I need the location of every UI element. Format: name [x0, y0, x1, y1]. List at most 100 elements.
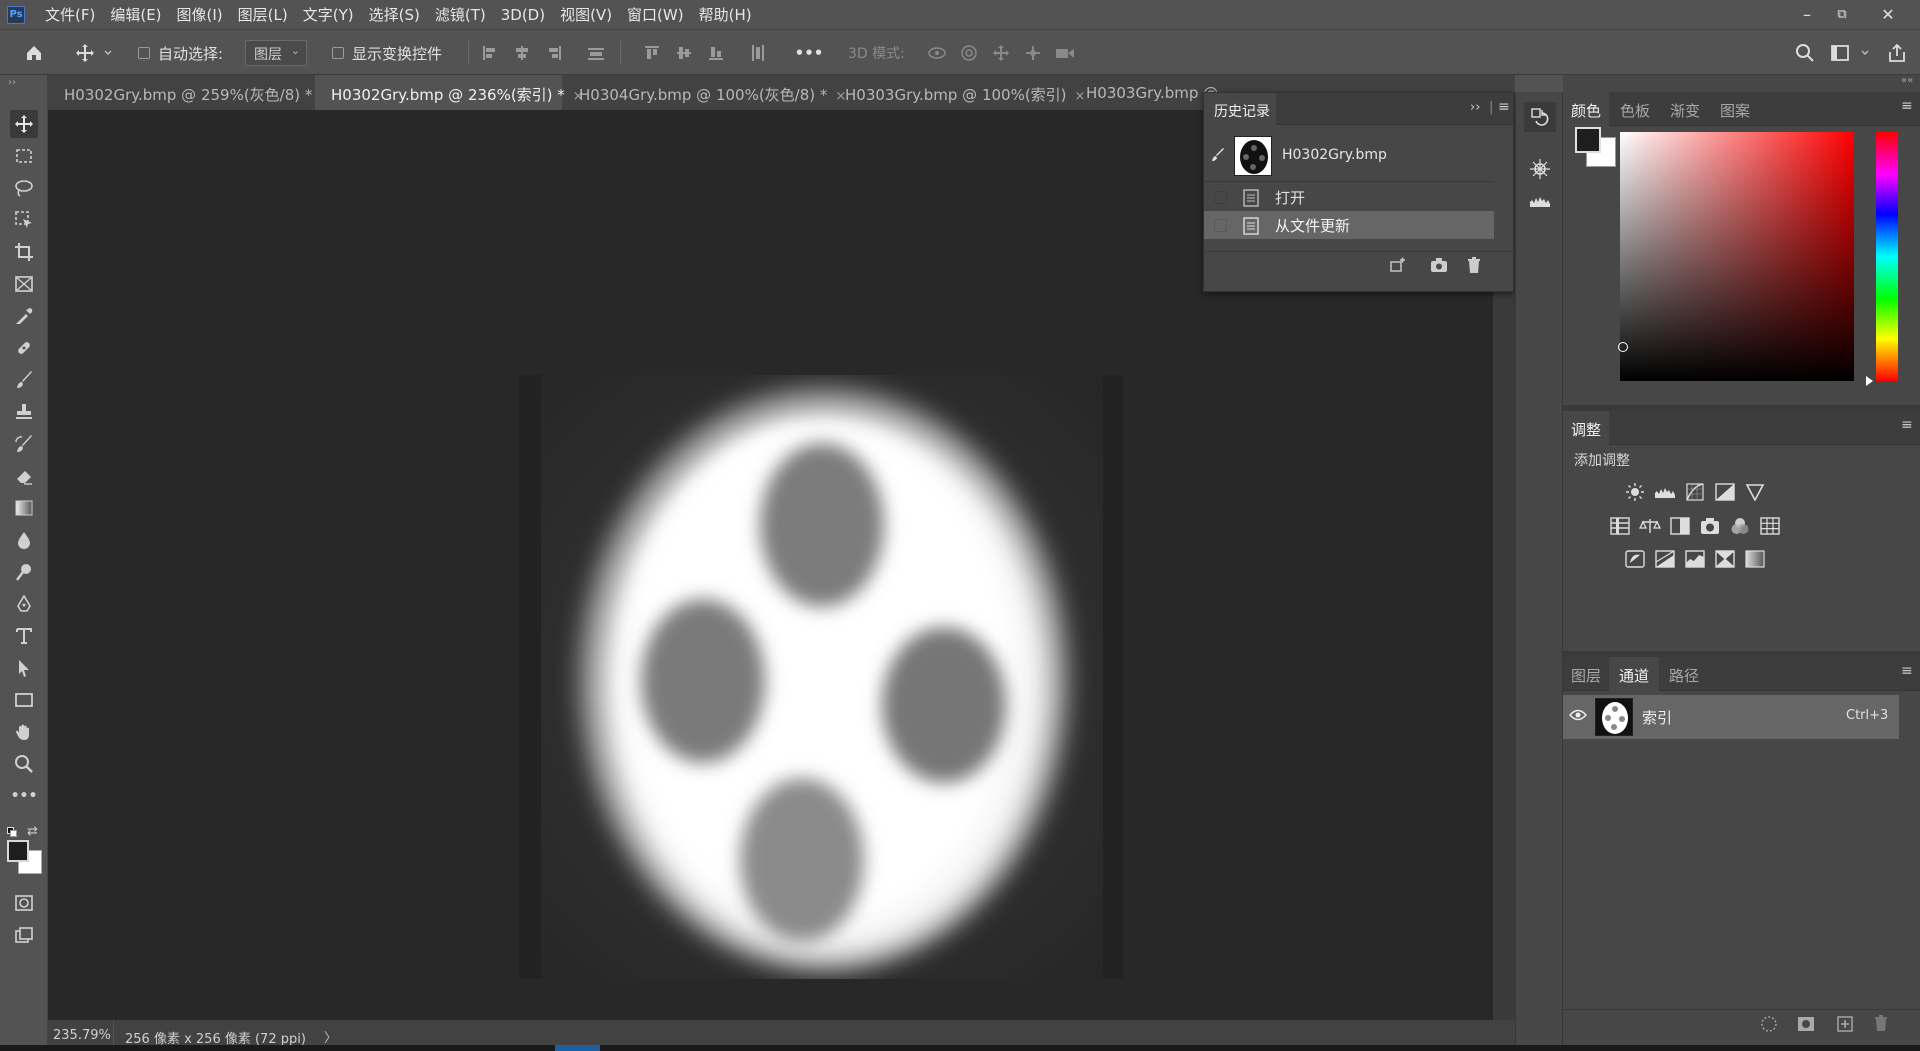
- photo-filter-icon[interactable]: [1699, 515, 1721, 537]
- chevron-down-icon[interactable]: [1858, 41, 1872, 65]
- color-balance-icon[interactable]: [1639, 515, 1661, 537]
- histogram-icon[interactable]: [1529, 194, 1551, 208]
- align-right-icon[interactable]: [542, 41, 566, 65]
- menu-image[interactable]: 图像(I): [177, 4, 223, 25]
- camera-icon[interactable]: [1430, 257, 1448, 273]
- menu-select[interactable]: 选择(S): [369, 4, 420, 25]
- history-snapshot-row[interactable]: H0302Gry.bmp: [1204, 133, 1494, 179]
- color-field[interactable]: [1618, 132, 1854, 381]
- eraser-tool[interactable]: [10, 462, 38, 490]
- minimize-button[interactable]: –: [1787, 0, 1827, 29]
- history-panel-icon[interactable]: [1524, 102, 1556, 132]
- tab-paths[interactable]: 路径: [1659, 657, 1709, 691]
- panel-menu-icon[interactable]: ≡: [1901, 663, 1913, 679]
- crop-tool[interactable]: [10, 238, 38, 266]
- color-lookup-icon[interactable]: [1759, 515, 1781, 537]
- new-channel-icon[interactable]: [1836, 1015, 1854, 1033]
- channel-row-index[interactable]: 索引 Ctrl+3: [1563, 695, 1899, 739]
- menu-edit[interactable]: 编辑(E): [110, 4, 161, 25]
- history-source-checkbox[interactable]: [1214, 191, 1227, 204]
- hue-saturation-icon[interactable]: [1609, 515, 1631, 537]
- menu-help[interactable]: 帮助(H): [699, 4, 752, 25]
- curves-icon[interactable]: [1684, 481, 1706, 503]
- menu-type[interactable]: 文字(Y): [303, 4, 354, 25]
- align-middle-icon[interactable]: [672, 41, 696, 65]
- history-title[interactable]: 历史记录: [1204, 93, 1276, 125]
- share-icon[interactable]: [1885, 41, 1909, 65]
- foreground-color-swatch[interactable]: [7, 840, 29, 862]
- invert-icon[interactable]: [1624, 548, 1646, 570]
- default-colors-icon[interactable]: [7, 827, 17, 837]
- trash-icon[interactable]: [1873, 1014, 1889, 1032]
- auto-select-dropdown[interactable]: 图层 ⌄: [245, 40, 307, 66]
- color-picker-cursor[interactable]: [1618, 342, 1628, 352]
- move-tool[interactable]: [10, 110, 38, 138]
- menu-filter[interactable]: 滤镜(T): [435, 4, 486, 25]
- collapse-icon[interactable]: ««: [1901, 75, 1913, 86]
- quick-mask-icon[interactable]: [10, 889, 38, 917]
- threshold-icon[interactable]: [1684, 548, 1706, 570]
- eyedropper-tool[interactable]: [10, 302, 38, 330]
- marquee-tool[interactable]: [10, 142, 38, 170]
- object-select-tool[interactable]: [10, 206, 38, 234]
- align-center-icon[interactable]: [510, 41, 534, 65]
- workspace-icon[interactable]: [1828, 41, 1852, 65]
- 3d-slide-icon[interactable]: [1021, 41, 1045, 65]
- 3d-pan-icon[interactable]: [989, 41, 1013, 65]
- tab-h0303-indexed[interactable]: H0303Gry.bmp @ 100%(索引) ×: [829, 75, 1085, 110]
- tab-swatches[interactable]: 色板: [1609, 92, 1661, 126]
- align-top-icon[interactable]: [640, 41, 664, 65]
- more-tools-icon[interactable]: •••: [10, 782, 38, 810]
- tab-patterns[interactable]: 图案: [1709, 92, 1761, 126]
- menu-3d[interactable]: 3D(D): [501, 6, 545, 24]
- expand-panel-icon[interactable]: ››: [1470, 100, 1480, 115]
- eye-icon[interactable]: [1569, 708, 1587, 722]
- menu-file[interactable]: 文件(F): [45, 4, 95, 25]
- chevron-down-icon[interactable]: [102, 41, 114, 65]
- brightness-contrast-icon[interactable]: [1624, 481, 1646, 503]
- 3d-roll-icon[interactable]: [957, 41, 981, 65]
- lasso-tool[interactable]: [10, 174, 38, 202]
- screen-mode-icon[interactable]: [10, 921, 38, 949]
- home-icon[interactable]: [22, 41, 46, 65]
- tab-channels[interactable]: 通道: [1609, 657, 1659, 691]
- history-step-open[interactable]: 打开: [1204, 183, 1494, 211]
- trash-icon[interactable]: [1466, 256, 1482, 274]
- collapse-icon[interactable]: ››: [8, 77, 16, 88]
- load-channel-selection-icon[interactable]: [1760, 1015, 1778, 1033]
- 3d-camera-icon[interactable]: [1053, 41, 1077, 65]
- panel-menu-icon[interactable]: ≡: [1498, 99, 1510, 115]
- pen-tool[interactable]: [10, 590, 38, 618]
- tab-h0302-259[interactable]: H0302Gry.bmp @ 259%(灰色/8) *×: [48, 75, 331, 110]
- gradient-tool[interactable]: [10, 494, 38, 522]
- hue-slider-handle[interactable]: [1866, 376, 1873, 386]
- healing-brush-tool[interactable]: [10, 334, 38, 362]
- distribute-icon[interactable]: [584, 41, 608, 65]
- tab-h0304[interactable]: H0304Gry.bmp @ 100%(灰色/8) * ×: [563, 75, 846, 110]
- show-transform-checkbox[interactable]: [332, 47, 344, 59]
- swap-colors-icon[interactable]: ⇄: [27, 824, 38, 839]
- tab-color[interactable]: 颜色: [1563, 92, 1609, 126]
- dodge-tool[interactable]: [10, 558, 38, 586]
- path-selection-tool[interactable]: [10, 654, 38, 682]
- hand-tool[interactable]: [10, 718, 38, 746]
- menu-view[interactable]: 视图(V): [560, 4, 612, 25]
- restore-button[interactable]: ⧉: [1822, 0, 1862, 29]
- panel-menu-icon[interactable]: ≡: [1901, 417, 1913, 433]
- rectangle-tool[interactable]: [10, 686, 38, 714]
- properties-icon[interactable]: [1529, 158, 1551, 180]
- history-step-update[interactable]: 从文件更新: [1204, 211, 1494, 239]
- align-left-icon[interactable]: [478, 41, 502, 65]
- clone-stamp-tool[interactable]: [10, 398, 38, 426]
- blur-tool[interactable]: [10, 526, 38, 554]
- tab-adjustments[interactable]: 调整: [1563, 411, 1609, 445]
- hue-slider[interactable]: [1876, 132, 1898, 381]
- channel-mixer-icon[interactable]: [1729, 515, 1751, 537]
- selective-color-icon[interactable]: [1714, 548, 1736, 570]
- levels-icon[interactable]: [1654, 481, 1676, 503]
- distribute-vertical-icon[interactable]: [745, 41, 769, 65]
- status-menu-arrow[interactable]: 〉: [324, 1027, 337, 1046]
- new-document-from-state-icon[interactable]: [1389, 257, 1407, 273]
- history-brush-source-icon[interactable]: [1210, 147, 1226, 163]
- zoom-level[interactable]: 235.79%: [53, 1028, 111, 1043]
